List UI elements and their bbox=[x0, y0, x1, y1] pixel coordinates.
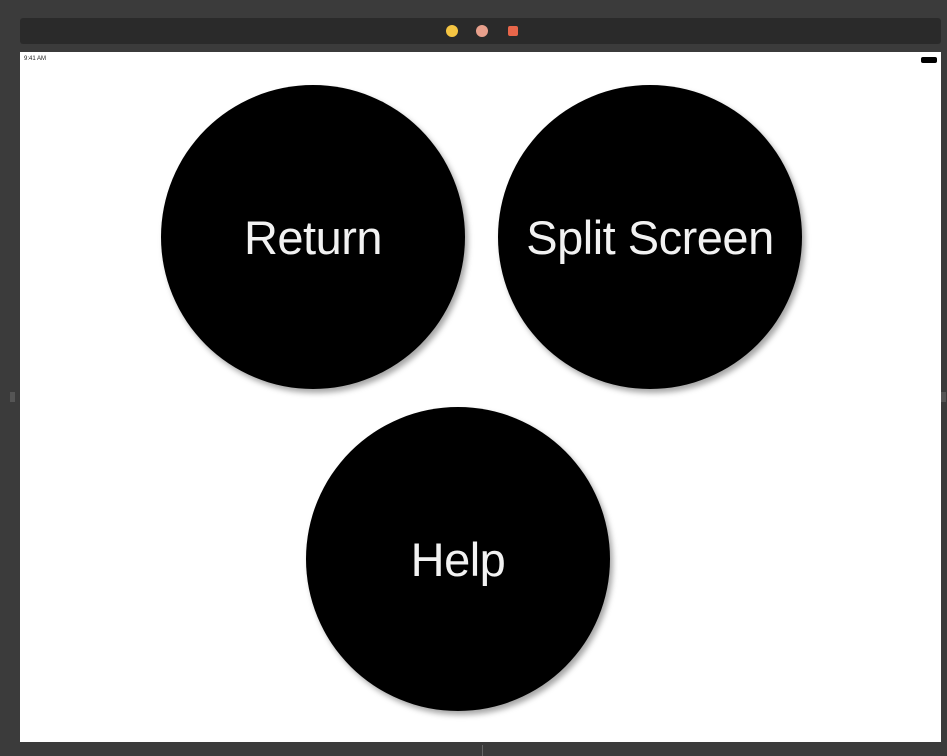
status-time: 9:41 AM bbox=[24, 56, 47, 62]
simulator-frame: 9:41 AM Return Split Screen Help bbox=[0, 0, 947, 756]
left-edge-marker bbox=[10, 392, 15, 402]
window-titlebar bbox=[20, 18, 941, 44]
stop-square-icon[interactable] bbox=[508, 26, 518, 36]
battery-icon bbox=[921, 57, 937, 63]
device-screen: 9:41 AM Return Split Screen Help bbox=[20, 52, 941, 742]
right-edge-marker bbox=[941, 392, 946, 402]
return-button-label: Return bbox=[243, 210, 383, 264]
help-button[interactable]: Help bbox=[306, 407, 610, 711]
split-screen-button-label: Split Screen bbox=[526, 210, 774, 264]
minimize-dot-icon[interactable] bbox=[446, 25, 458, 37]
bottom-divider bbox=[482, 745, 483, 756]
split-screen-button[interactable]: Split Screen bbox=[498, 85, 802, 389]
zoom-dot-icon[interactable] bbox=[476, 25, 488, 37]
help-button-label: Help bbox=[410, 532, 506, 586]
return-button[interactable]: Return bbox=[161, 85, 465, 389]
